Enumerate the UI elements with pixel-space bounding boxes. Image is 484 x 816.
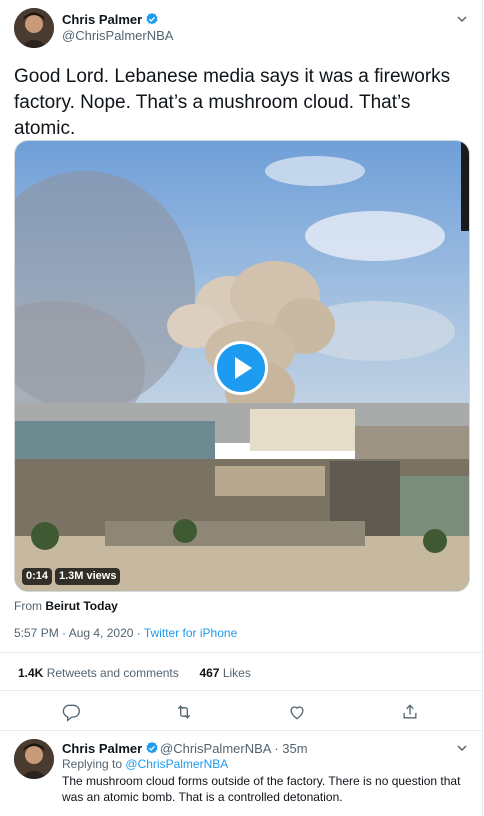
play-button[interactable] [214, 341, 268, 395]
tweet-text: Good Lord. Lebanese media says it was a … [14, 66, 451, 139]
tweet-meta: 5:57 PM · Aug 4, 2020 · Twitter for iPho… [14, 626, 237, 640]
divider [0, 730, 482, 731]
author-name[interactable]: Chris Palmer [62, 12, 159, 27]
video-time-badge: 0:14 [22, 568, 53, 585]
tweet-stats: 1.4K Retweets and comments 467 Likes [18, 666, 251, 680]
from-source-link[interactable]: Beirut Today [45, 599, 117, 613]
likes-stat[interactable]: 467 Likes [199, 666, 250, 680]
retweets-count: 1.4K [18, 666, 44, 680]
avatar[interactable] [14, 8, 54, 48]
media-source: From Beirut Today [14, 599, 118, 613]
reply-author[interactable]: Chris Palmer [62, 741, 159, 756]
from-label: From [14, 599, 42, 613]
play-icon [235, 357, 252, 379]
share-icon[interactable] [400, 702, 420, 722]
divider [0, 690, 482, 691]
author-handle[interactable]: @ChrisPalmerNBA [62, 28, 173, 43]
video-views-badge: 1.3M views [55, 568, 121, 585]
likes-count: 467 [199, 666, 220, 680]
retweets-stat[interactable]: 1.4K Retweets and comments [18, 666, 179, 680]
client-link[interactable]: Twitter for iPhone [144, 626, 237, 640]
verified-badge-icon [146, 12, 158, 25]
reply-author-name: Chris Palmer [62, 741, 143, 756]
like-icon[interactable] [287, 702, 307, 722]
author-name-text: Chris Palmer [62, 12, 143, 27]
replying-to-link[interactable]: @ChrisPalmerNBA [125, 757, 228, 771]
verified-badge-icon [146, 741, 158, 754]
replying-label: Replying to [62, 757, 123, 771]
retweets-label: Retweets and comments [46, 666, 179, 680]
reply-handle-time[interactable]: @ChrisPalmerNBA · 35m [160, 741, 308, 756]
chevron-down-icon[interactable] [455, 741, 469, 755]
likes-label: Likes [222, 666, 251, 680]
retweet-icon[interactable] [174, 702, 194, 722]
replying-to: Replying to @ChrisPalmerNBA [62, 757, 228, 771]
chevron-down-icon[interactable] [455, 12, 469, 26]
reply-avatar[interactable] [14, 739, 54, 779]
reply-text: The mushroom cloud forms outside of the … [62, 774, 461, 804]
reply-icon[interactable] [61, 702, 81, 722]
timestamp[interactable]: 5:57 PM · Aug 4, 2020 · [14, 626, 144, 640]
divider [0, 652, 482, 653]
